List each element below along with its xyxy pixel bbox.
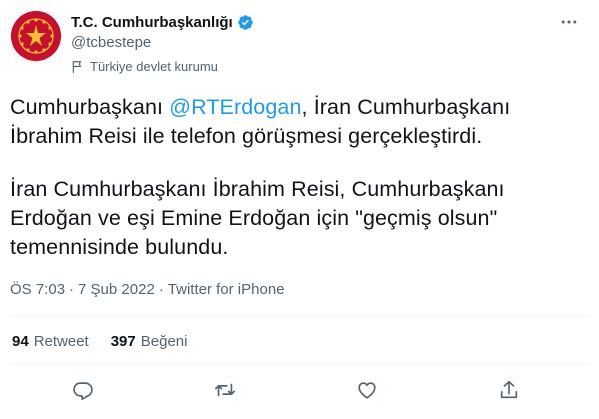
like-count[interactable]: 397 (111, 333, 136, 350)
flag-icon (72, 60, 82, 73)
tweet-paragraph-1: Cumhurbaşkanı @RTErdogan, İran Cumhurbaş… (10, 93, 585, 151)
divider (10, 363, 590, 364)
share-icon (500, 380, 518, 399)
share-button[interactable] (494, 375, 524, 405)
like-button[interactable] (352, 375, 382, 405)
more-icon (561, 20, 577, 24)
presidential-seal-icon[interactable] (11, 11, 61, 61)
government-label: Türkiye devlet kurumu (71, 59, 218, 74)
author-name-row[interactable]: T.C. Cumhurbaşkanlığı (71, 12, 254, 32)
tweet-card: T.C. Cumhurbaşkanlığı @tcbestepe Türkiye… (0, 0, 599, 419)
verified-badge-icon (237, 14, 253, 30)
tweet-text-segment: Cumhurbaşkanı (10, 95, 170, 119)
reply-button[interactable] (68, 375, 98, 405)
tweet-source[interactable]: Twitter for iPhone (168, 281, 285, 298)
divider (10, 316, 590, 317)
like-label[interactable]: Beğeni (141, 333, 188, 350)
tweet-text: Cumhurbaşkanı @RTErdogan, İran Cumhurbaş… (10, 93, 585, 262)
retweet-icon (215, 383, 235, 397)
retweet-count[interactable]: 94 (12, 333, 29, 350)
more-options-button[interactable] (556, 12, 582, 32)
reply-icon (73, 382, 93, 400)
like-icon (358, 382, 376, 399)
tweet-date[interactable]: 7 Şub 2022 (78, 281, 155, 298)
author-handle[interactable]: @tcbestepe (71, 34, 151, 51)
government-label-text: Türkiye devlet kurumu (90, 59, 218, 74)
tweet-paragraph-2: İran Cumhurbaşkanı İbrahim Reisi, Cumhur… (10, 177, 505, 259)
tweet-meta: ÖS 7:03 · 7 Şub 2022 · Twitter for iPhon… (10, 281, 285, 298)
tweet-stats: 94 Retweet 397 Beğeni (12, 333, 209, 350)
tweet-actions (0, 375, 599, 405)
retweet-label[interactable]: Retweet (34, 333, 89, 350)
retweet-button[interactable] (210, 375, 240, 405)
tweet-time[interactable]: ÖS 7:03 (10, 281, 65, 298)
meta-separator: · (69, 281, 75, 298)
mention-link[interactable]: @RTErdogan (169, 95, 301, 119)
author-display-name[interactable]: T.C. Cumhurbaşkanlığı (71, 14, 233, 31)
meta-separator: · (158, 281, 164, 298)
